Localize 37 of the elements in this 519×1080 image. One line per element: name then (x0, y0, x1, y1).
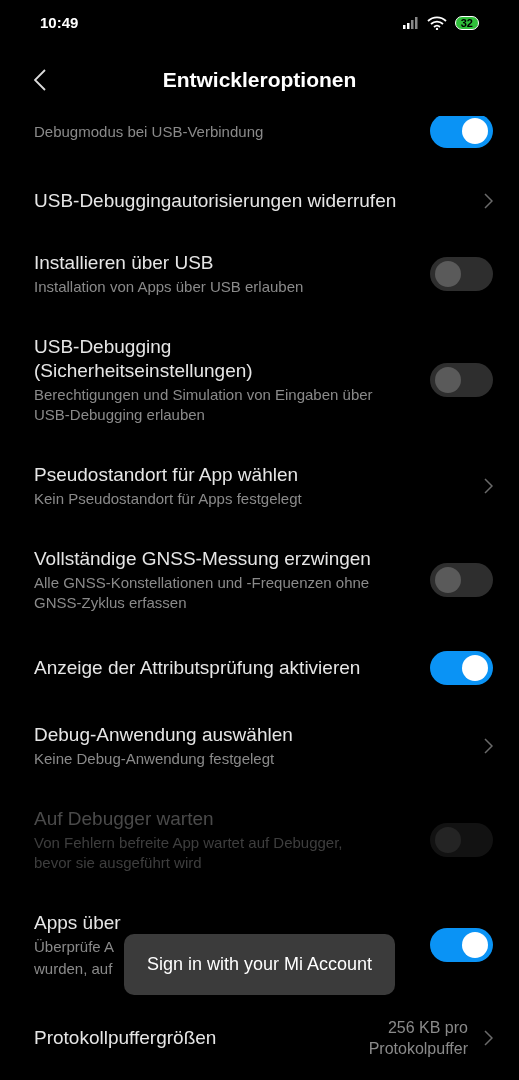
setting-title: Anzeige der Attributsprüfung aktivieren (34, 656, 361, 680)
toggle-switch[interactable] (430, 116, 493, 148)
setting-description: Berechtigungen und Simulation von Eingaben über USB-Debugging erlauben (34, 385, 374, 425)
setting-description: Debugmodus bei USB-Verbindung (34, 122, 264, 142)
back-icon[interactable] (34, 69, 46, 91)
setting-title: Auf Debugger warten (34, 807, 214, 831)
toggle-switch[interactable] (430, 363, 493, 397)
setting-description: Überprüfe A (34, 937, 115, 957)
toggle-switch[interactable] (430, 928, 493, 962)
chevron-right-icon (484, 193, 493, 209)
status-time: 10:49 (40, 12, 79, 33)
setting-description: Von Fehlern befreite App wartet auf Debugger, bevor sie ausgeführt wird (34, 833, 344, 873)
setting-description: wurden, auf (34, 959, 113, 979)
setting-title: Debug-Anwendung auswählen (34, 723, 293, 747)
setting-title: USB-Debuggingautorisierungen widerrufen (34, 189, 397, 213)
battery-indicator: 32 (454, 16, 479, 30)
setting-description: Kein Pseudostandort für Apps festgelegt (34, 489, 302, 509)
setting-value: 256 KB pro Protokolpuffer (367, 1018, 468, 1059)
signal-icon (402, 17, 419, 29)
setting-description: Installation von Apps über USB erlauben (34, 277, 304, 297)
chevron-right-icon (484, 738, 493, 754)
toggle-switch[interactable] (430, 257, 493, 291)
chevron-right-icon (484, 478, 493, 494)
setting-title: Pseudostandort für App wählen (34, 463, 299, 487)
setting-title: USB-Debugging (Sicherheitseinstellungen) (34, 335, 254, 383)
setting-description: Alle GNSS-Konstellationen und -Frequenzen ohne GNSS-Zyklus erfassen (34, 573, 371, 613)
setting-title: Vollständige GNSS-Messung erzwingen (34, 547, 371, 571)
setting-title: Apps über (34, 911, 121, 935)
toggle-switch[interactable] (430, 563, 493, 597)
setting-description: Keine Debug-Anwendung festgelegt (34, 749, 275, 769)
chevron-right-icon (484, 1030, 493, 1046)
setting-title: Protokollpuffergrößen (34, 1026, 217, 1050)
sign-in-toast: Sign in with your Mi Account (124, 934, 395, 995)
page-title: Entwickleroptionen (162, 67, 357, 94)
wifi-icon (426, 16, 447, 30)
toggle-switch[interactable] (430, 651, 493, 685)
setting-title: Installieren über USB (34, 251, 214, 275)
